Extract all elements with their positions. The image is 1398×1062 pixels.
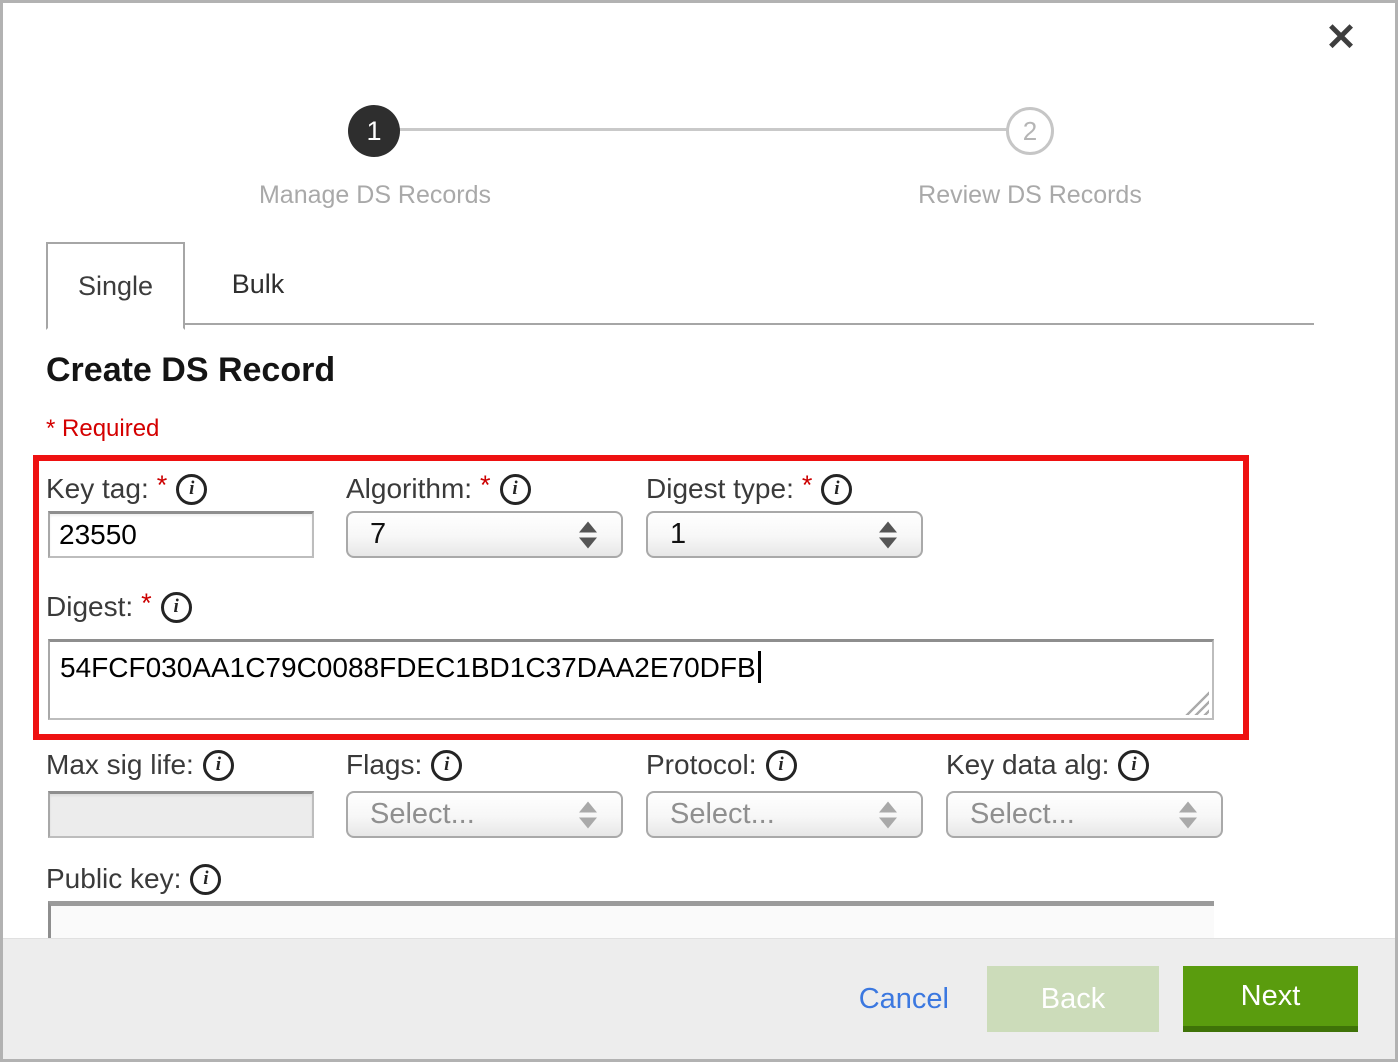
digest-type-info-icon[interactable]: i <box>821 474 852 505</box>
tab-single-label: Single <box>78 271 153 302</box>
stepper-connector-line <box>397 128 1011 131</box>
key-tag-info-icon[interactable]: i <box>176 474 207 505</box>
tab-single[interactable]: Single <box>46 242 185 330</box>
flags-label: Flags: i <box>346 747 462 783</box>
required-asterisk: * <box>157 470 168 501</box>
required-asterisk: * <box>480 470 491 501</box>
info-glyph: i <box>1131 754 1136 776</box>
info-glyph: i <box>834 478 839 500</box>
public-key-textarea[interactable] <box>48 901 1214 941</box>
stepper-step-2: 2 <box>1006 107 1054 155</box>
algorithm-select[interactable]: 7 <box>346 511 623 558</box>
info-glyph: i <box>512 478 517 500</box>
info-glyph: i <box>444 754 449 776</box>
flags-info-icon[interactable]: i <box>431 750 462 781</box>
key-data-alg-label-text: Key data alg: <box>946 749 1109 781</box>
stepper-step-1-number: 1 <box>366 116 381 147</box>
digest-type-select-value: 1 <box>670 518 686 551</box>
digest-label-text: Digest: <box>46 591 133 623</box>
close-button[interactable]: ✕ <box>1325 19 1357 57</box>
algorithm-label-text: Algorithm: <box>346 473 472 505</box>
protocol-select[interactable]: Select... <box>646 791 923 838</box>
stepper-step-1: 1 <box>348 105 400 157</box>
protocol-info-icon[interactable]: i <box>766 750 797 781</box>
digest-label: Digest: * i <box>46 589 192 625</box>
flags-select[interactable]: Select... <box>346 791 623 838</box>
page-title: Create DS Record <box>46 351 335 390</box>
select-arrows-icon <box>879 521 897 548</box>
key-tag-input[interactable] <box>48 511 314 558</box>
key-data-alg-info-icon[interactable]: i <box>1118 750 1149 781</box>
flags-label-text: Flags: <box>346 749 422 781</box>
stepper-step-1-label: Manage DS Records <box>215 181 535 210</box>
public-key-label-text: Public key: <box>46 863 181 895</box>
digest-textarea[interactable]: 54FCF030AA1C79C0088FDEC1BD1C37DAA2E70DFB <box>48 639 1214 720</box>
max-sig-life-info-icon[interactable]: i <box>203 750 234 781</box>
algorithm-info-icon[interactable]: i <box>500 474 531 505</box>
select-arrows-icon <box>879 801 897 828</box>
key-data-alg-select-value: Select... <box>970 798 1075 831</box>
max-sig-life-input[interactable] <box>48 791 314 838</box>
dialog-footer: Cancel Back Next <box>3 938 1395 1059</box>
info-glyph: i <box>203 868 208 890</box>
max-sig-life-label-text: Max sig life: <box>46 749 194 781</box>
select-arrows-icon <box>579 521 597 548</box>
tab-bulk[interactable]: Bulk <box>185 244 331 324</box>
required-asterisk: * <box>141 588 152 619</box>
key-data-alg-label: Key data alg: i <box>946 747 1149 783</box>
resize-handle-icon[interactable] <box>1185 691 1209 715</box>
digest-info-icon[interactable]: i <box>161 592 192 623</box>
digest-type-select[interactable]: 1 <box>646 511 923 558</box>
cancel-button[interactable]: Cancel <box>859 983 949 1016</box>
key-tag-label-text: Key tag: <box>46 473 149 505</box>
select-arrows-icon <box>1179 801 1197 828</box>
digest-value: 54FCF030AA1C79C0088FDEC1BD1C37DAA2E70DFB <box>60 652 756 683</box>
digest-type-label-text: Digest type: <box>646 473 794 505</box>
text-caret <box>758 651 761 683</box>
key-tag-label: Key tag: * i <box>46 471 207 507</box>
protocol-select-value: Select... <box>670 798 775 831</box>
max-sig-life-label: Max sig life: i <box>46 747 234 783</box>
close-icon: ✕ <box>1325 17 1357 59</box>
key-data-alg-select[interactable]: Select... <box>946 791 1223 838</box>
flags-select-value: Select... <box>370 798 475 831</box>
info-glyph: i <box>216 754 221 776</box>
info-glyph: i <box>189 478 194 500</box>
stepper-step-2-number: 2 <box>1023 116 1037 147</box>
required-asterisk: * <box>802 470 813 501</box>
protocol-label: Protocol: i <box>646 747 797 783</box>
required-note: * Required <box>46 415 159 443</box>
next-button[interactable]: Next <box>1183 966 1358 1032</box>
stepper-step-2-label: Review DS Records <box>870 181 1190 210</box>
tab-bulk-label: Bulk <box>232 269 285 300</box>
public-key-label: Public key: i <box>46 861 221 897</box>
digest-type-label: Digest type: * i <box>646 471 852 507</box>
info-glyph: i <box>778 754 783 776</box>
algorithm-select-value: 7 <box>370 518 386 551</box>
protocol-label-text: Protocol: <box>646 749 757 781</box>
back-button[interactable]: Back <box>987 966 1159 1032</box>
info-glyph: i <box>174 596 179 618</box>
select-arrows-icon <box>579 801 597 828</box>
algorithm-label: Algorithm: * i <box>346 471 531 507</box>
public-key-info-icon[interactable]: i <box>190 864 221 895</box>
create-ds-record-dialog: { "dialog": { "icons": { "close": "✕", "… <box>0 0 1398 1062</box>
